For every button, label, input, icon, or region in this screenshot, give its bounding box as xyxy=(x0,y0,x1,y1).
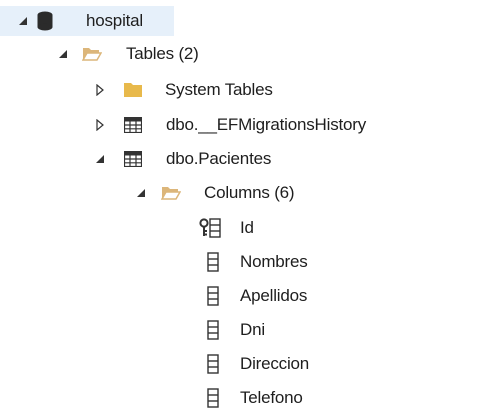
tree-node-column[interactable]: Telefono xyxy=(0,383,380,413)
tree-node-column[interactable]: Dni xyxy=(0,315,380,345)
pacientes-table-label: dbo.Pacientes xyxy=(166,149,272,168)
collapsed-arrow-icon[interactable] xyxy=(93,110,107,140)
database-icon xyxy=(34,6,56,36)
open-folder-icon xyxy=(160,178,182,208)
tree-node-system-tables[interactable]: System Tables xyxy=(0,75,340,105)
tree-node-migrations-table[interactable]: dbo.__EFMigrationsHistory xyxy=(0,110,440,140)
object-explorer-tree: hospital Tables (2) System Tables dbo.__… xyxy=(0,0,500,417)
expanded-arrow-icon[interactable] xyxy=(16,6,30,36)
tree-node-pacientes-table[interactable]: dbo.Pacientes xyxy=(0,144,320,174)
expanded-arrow-icon[interactable] xyxy=(93,144,107,174)
column-label: Id xyxy=(240,218,254,237)
tree-node-column[interactable]: Nombres xyxy=(0,247,380,277)
migrations-table-label: dbo.__EFMigrationsHistory xyxy=(166,115,367,134)
database-label: hospital xyxy=(86,11,143,30)
tree-node-column[interactable]: Direccion xyxy=(0,349,380,379)
open-folder-icon xyxy=(81,39,103,69)
system-tables-label: System Tables xyxy=(165,80,273,99)
columns-folder-label: Columns (6) xyxy=(204,183,295,202)
column-label: Direccion xyxy=(240,354,310,373)
column-icon xyxy=(202,281,224,311)
expanded-arrow-icon[interactable] xyxy=(56,39,70,69)
column-icon xyxy=(202,383,224,413)
closed-folder-icon xyxy=(122,75,144,105)
tree-node-column[interactable]: Apellidos xyxy=(0,281,380,311)
tree-node-columns-folder[interactable]: Columns (6) xyxy=(0,178,360,208)
collapsed-arrow-icon[interactable] xyxy=(93,75,107,105)
tables-folder-label: Tables (2) xyxy=(126,44,199,63)
column-label: Telefono xyxy=(240,388,303,407)
column-icon xyxy=(202,315,224,345)
tree-node-column[interactable]: Id xyxy=(0,213,380,243)
primary-key-column-icon xyxy=(199,213,221,243)
column-label: Dni xyxy=(240,320,265,339)
table-icon xyxy=(122,144,144,174)
column-icon xyxy=(202,349,224,379)
expanded-arrow-icon[interactable] xyxy=(134,178,148,208)
table-icon xyxy=(122,110,144,140)
column-label: Nombres xyxy=(240,252,308,271)
column-icon xyxy=(202,247,224,277)
column-label: Apellidos xyxy=(240,286,308,305)
tree-node-tables-folder[interactable]: Tables (2) xyxy=(0,39,260,69)
tree-node-database[interactable]: hospital xyxy=(0,6,174,36)
